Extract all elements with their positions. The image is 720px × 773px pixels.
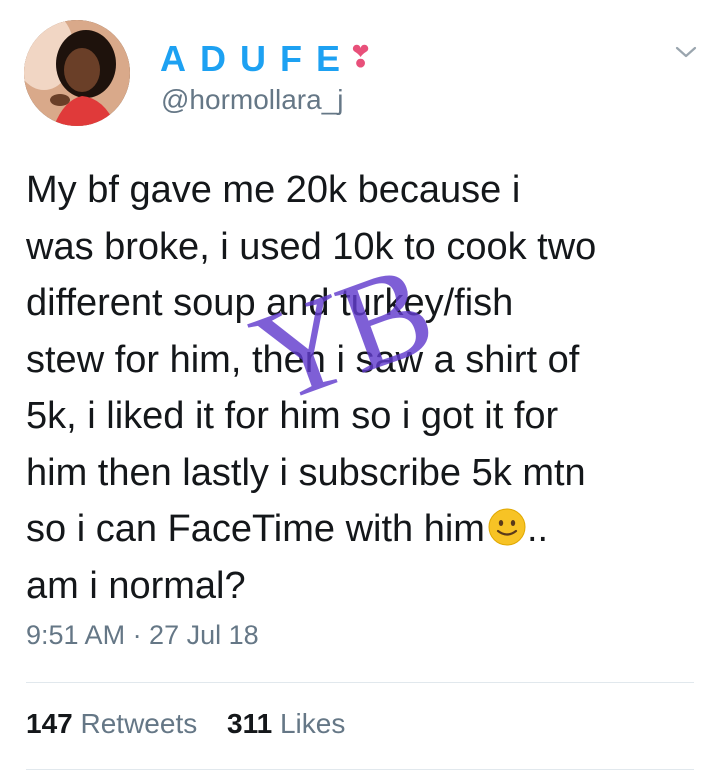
retweets-label: Retweets (80, 708, 198, 739)
likes-count: 311 (227, 708, 273, 739)
user-handle[interactable]: @hormollara_j (161, 84, 344, 116)
smiling-face-emoji-icon (487, 507, 527, 547)
display-name[interactable]: ADUFE❣ (160, 38, 373, 80)
divider (26, 682, 694, 683)
chevron-down-icon[interactable] (674, 40, 698, 64)
heart-icon: ❣ (348, 41, 374, 74)
tweet-timestamp[interactable]: 9:51 AM · 27 Jul 18 (26, 620, 259, 651)
likes-stat[interactable]: 311 Likes (227, 708, 345, 740)
retweets-count: 147 (26, 708, 73, 739)
divider (26, 769, 694, 770)
likes-label: Likes (279, 708, 346, 739)
tweet-text: My bf gave me 20k because i was broke, i… (26, 162, 696, 614)
retweets-stat[interactable]: 147 Retweets (26, 708, 197, 740)
avatar[interactable] (24, 20, 130, 126)
tweet-text-main: My bf gave me 20k because i was broke, i… (26, 169, 597, 550)
tweet-stats: 147 Retweets 311 Likes (26, 708, 367, 740)
display-name-text: ADUFE (160, 38, 354, 79)
tweet-card: ADUFE❣ @hormollara_j My bf gave me 20k b… (0, 0, 720, 773)
